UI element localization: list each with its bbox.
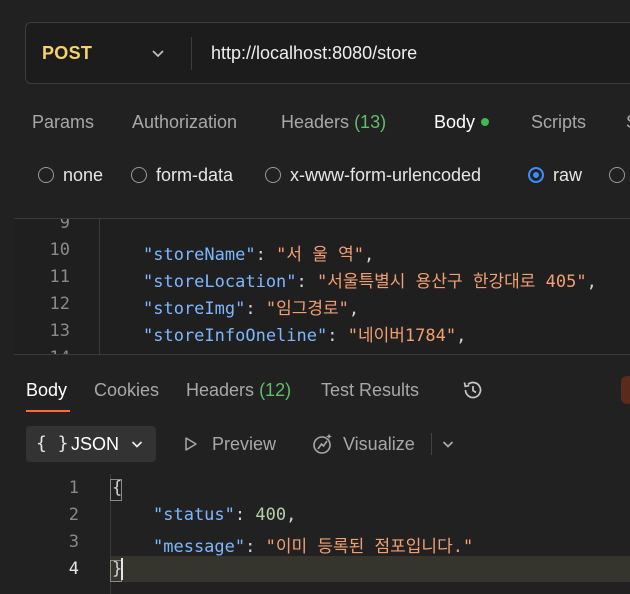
radio-form-data[interactable]: form-data	[131, 158, 233, 192]
tab-test-results[interactable]: Test Results	[321, 372, 419, 408]
bracket-match-highlight	[110, 479, 122, 501]
line-number: 9	[59, 218, 70, 233]
url-bar: POST http://localhost:8080/store	[25, 22, 630, 84]
chevron-down-icon	[131, 441, 143, 448]
radio-selected-icon	[528, 167, 544, 183]
tab-scripts[interactable]: Scripts	[531, 104, 586, 140]
headers-count: (13)	[354, 112, 387, 132]
text-cursor	[121, 558, 123, 580]
preview-button[interactable]: Preview	[212, 426, 276, 462]
code-line: "status": 400,	[153, 505, 297, 525]
code-line: "storeImg": "임그경로",	[143, 299, 360, 319]
radio-raw[interactable]: raw	[528, 158, 582, 192]
line-number: 4	[68, 559, 79, 579]
code-line: "storeInfoOneline": "네이버1784",	[143, 326, 467, 346]
play-icon	[185, 437, 197, 451]
radio-circle-icon	[265, 167, 281, 183]
line-number: 12	[49, 294, 70, 314]
tab-body[interactable]: Body	[434, 104, 490, 140]
visualize-icon	[313, 433, 332, 454]
line-number: 14	[14, 348, 70, 354]
code-line: "message": "이미 등록된 점포입니다."	[153, 537, 474, 557]
code-line: "storeName": "서 울 역",	[143, 245, 375, 265]
line-number: 10	[49, 240, 70, 260]
dot-icon	[481, 118, 490, 126]
line-number: 2	[68, 505, 79, 525]
line-number: 11	[49, 267, 70, 287]
tab-response-body[interactable]: Body	[26, 372, 67, 408]
response-tabs: Body Cookies Headers (12) Test Results	[0, 372, 630, 412]
tab-response-headers[interactable]: Headers (12)	[186, 372, 291, 408]
request-body-editor[interactable]: 9 10 "storeName": "서 울 역", 11 "storeLoca…	[14, 218, 630, 355]
line-number: 13	[49, 321, 70, 341]
radio-circle-icon	[131, 167, 147, 183]
response-body-viewer[interactable]: 1 { 2 "status": 400, 3 "message": "이미 등록…	[0, 474, 630, 594]
tab-settings[interactable]: S	[626, 104, 630, 140]
current-line-highlight	[111, 556, 630, 582]
chevron-down-icon[interactable]	[441, 437, 455, 451]
tab-params[interactable]: Params	[32, 104, 94, 140]
radio-binary[interactable]	[609, 158, 630, 192]
radio-circle-icon	[38, 167, 54, 183]
tab-authorization[interactable]: Authorization	[132, 104, 237, 140]
body-type-radios: none form-data x-www-form-urlencoded raw	[0, 158, 630, 192]
radio-circle-icon	[609, 167, 625, 183]
response-headers-count: (12)	[259, 380, 292, 400]
history-icon[interactable]	[461, 378, 485, 402]
tab-headers[interactable]: Headers (13)	[281, 104, 386, 140]
radio-x-www-form-urlencoded[interactable]: x-www-form-urlencoded	[265, 158, 481, 192]
response-toolbar: { } JSON Preview Visualize	[0, 426, 630, 462]
method-select[interactable]: POST	[42, 23, 92, 83]
url-input[interactable]: http://localhost:8080/store	[211, 23, 417, 83]
active-tab-indicator	[26, 410, 70, 412]
format-label: JSON	[71, 434, 120, 454]
status-badge	[621, 376, 630, 404]
request-tabs: Params Authorization Headers (13) Body S…	[0, 104, 630, 140]
gutter-divider	[99, 219, 100, 354]
line-number: 1	[68, 478, 79, 498]
divider	[431, 433, 432, 455]
line-number: 3	[68, 532, 79, 552]
format-select[interactable]: { } JSON	[26, 426, 156, 462]
tab-cookies[interactable]: Cookies	[94, 372, 159, 408]
code-line: "storeLocation": "서울특별시 용산구 한강대로 405",	[143, 272, 597, 292]
divider	[191, 37, 192, 70]
visualize-button[interactable]: Visualize	[343, 426, 415, 462]
curly-braces-icon: { }	[36, 433, 69, 454]
radio-none[interactable]: none	[38, 158, 103, 192]
chevron-down-icon[interactable]	[150, 45, 166, 61]
